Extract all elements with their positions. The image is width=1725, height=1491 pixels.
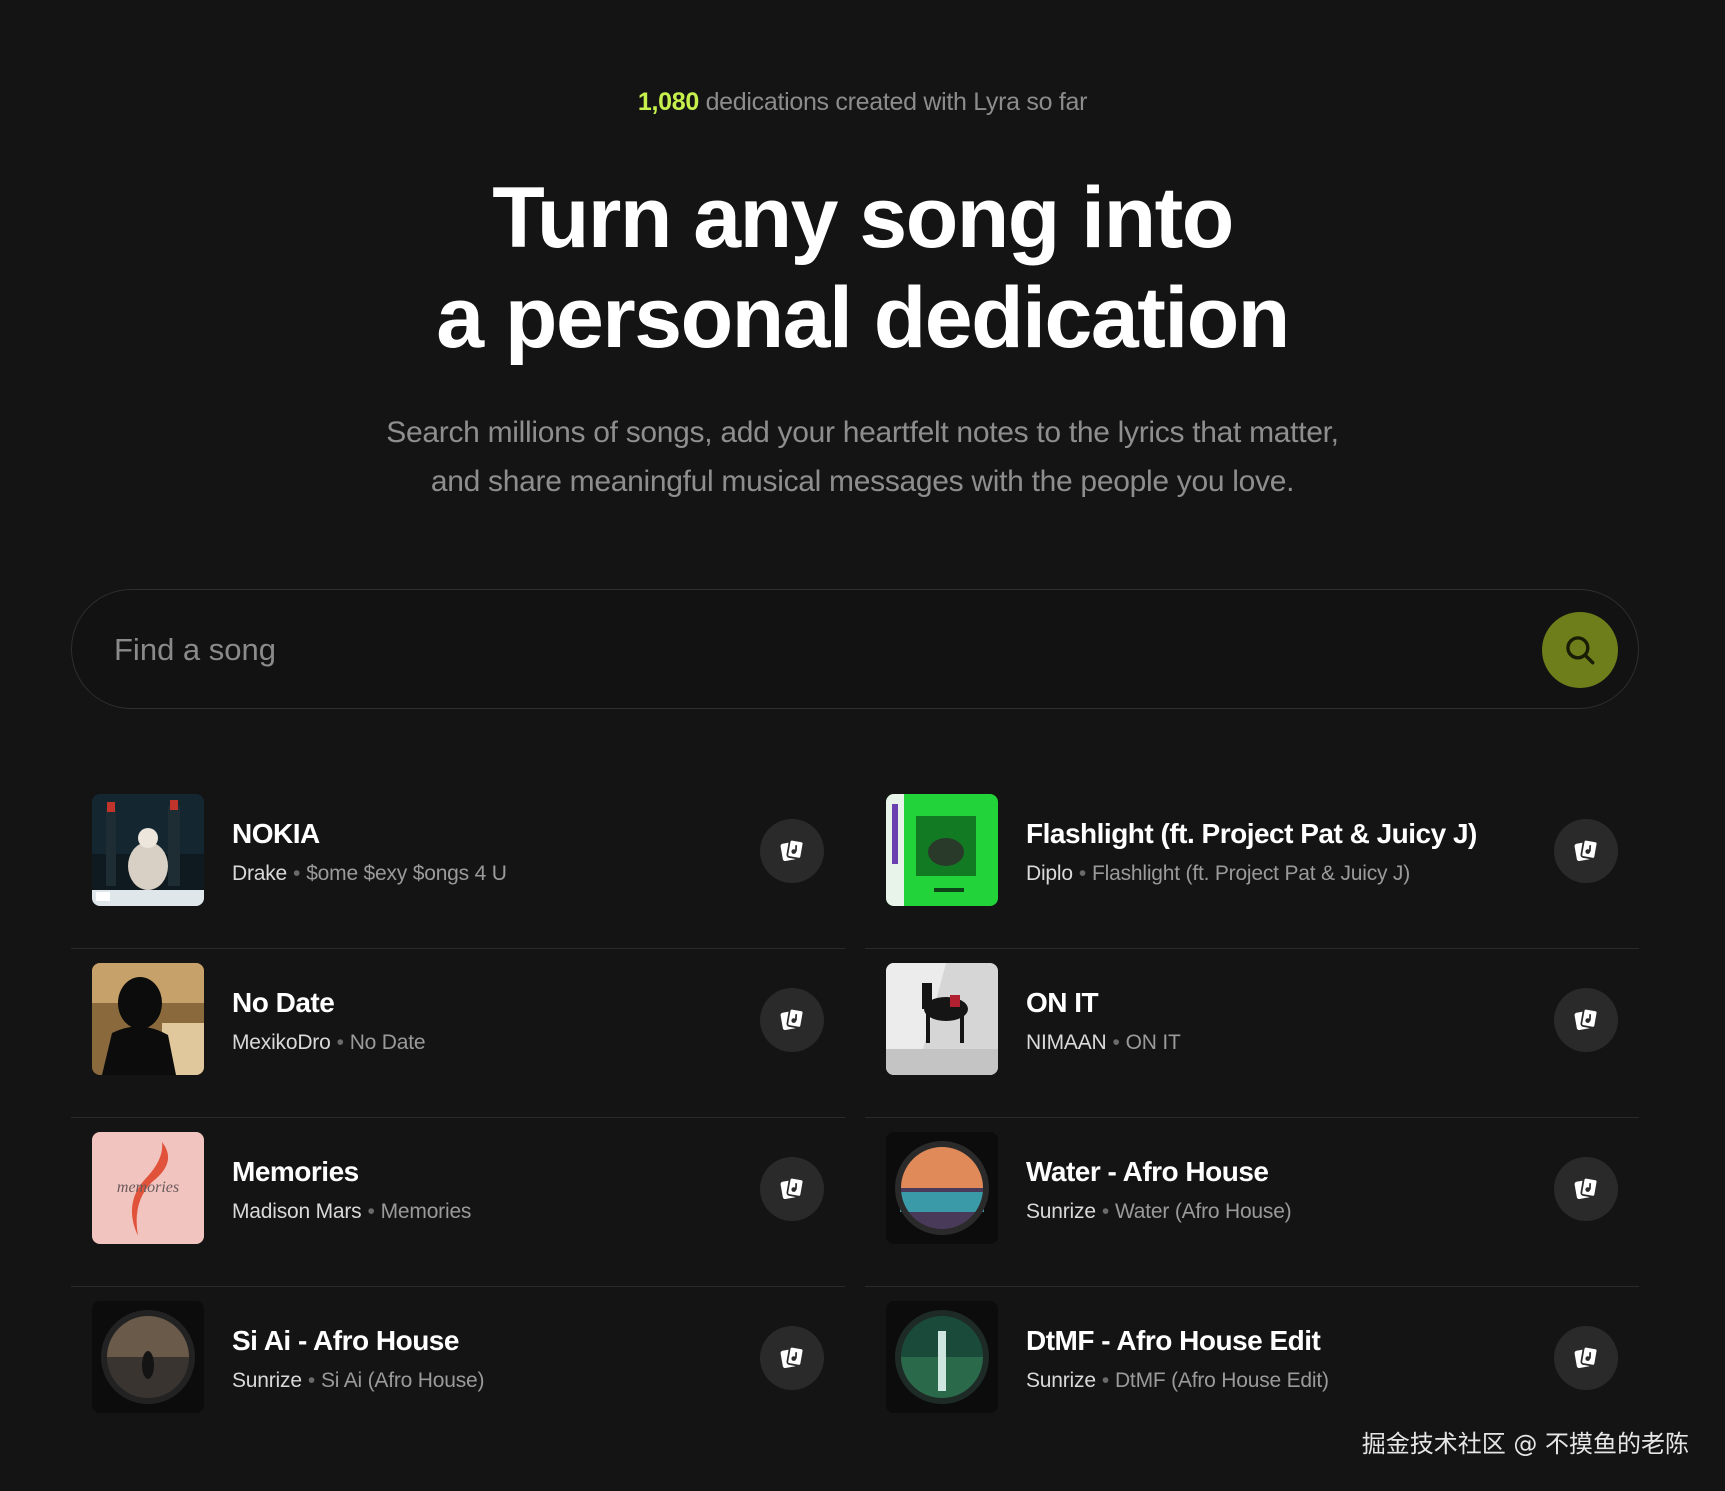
album-art-si-ai	[92, 1301, 204, 1413]
song-album: Flashlight (ft. Project Pat & Juicy J)	[1092, 862, 1411, 885]
song-meta: Madison Mars • Memories	[232, 1200, 471, 1224]
song-meta: Sunrize • DtMF (Afro House Edit)	[1026, 1369, 1329, 1393]
subtitle-line-2: and share meaningful musical messages wi…	[430, 465, 1295, 498]
song-row-si-ai[interactable]: Si Ai - Afro House Sunrize • Si Ai (Afro H…	[71, 1287, 845, 1456]
song-artist: Diplo	[1026, 862, 1073, 885]
dedicate-button[interactable]	[1554, 819, 1618, 883]
dedicate-note-icon	[1574, 1007, 1599, 1031]
separator-dot: •	[1101, 1200, 1109, 1223]
dedicate-note-icon	[1574, 1176, 1599, 1200]
headline-line-2: a personal dedication	[436, 270, 1290, 366]
song-meta: NIMAAN • ON IT	[1026, 1031, 1181, 1055]
song-title: Si Ai - Afro House	[232, 1325, 459, 1356]
song-artist: NIMAAN	[1026, 1031, 1107, 1054]
song-title: Flashlight (ft. Project Pat & Juicy J)	[1026, 818, 1477, 849]
search-bar	[71, 589, 1639, 709]
dedicate-note-icon	[780, 1345, 805, 1369]
song-row-nokia[interactable]: NOKIA Drake • $ome $exy $ongs 4 U	[71, 780, 845, 949]
album-art-flashlight	[886, 794, 998, 906]
song-title: Memories	[232, 1156, 359, 1187]
dedicate-note-icon	[780, 1176, 805, 1200]
song-album: DtMF (Afro House Edit)	[1114, 1369, 1329, 1392]
song-title: ON IT	[1026, 987, 1099, 1018]
song-meta: MexikoDro • No Date	[232, 1031, 426, 1055]
dedicate-note-icon	[780, 838, 805, 862]
dedicate-button[interactable]	[1554, 1326, 1618, 1390]
song-row-water[interactable]: Water - Afro House Sunrize • Water (Afro H…	[865, 1118, 1639, 1287]
dedicate-note-icon	[780, 1007, 805, 1031]
separator-dot: •	[336, 1031, 344, 1054]
headline-line-1: Turn any song into	[492, 170, 1234, 266]
dedicate-note-icon	[1574, 838, 1599, 862]
counter-text: dedications created with Lyra so far	[698, 88, 1088, 116]
song-artist: Drake	[232, 862, 288, 885]
song-row-no-date[interactable]: No Date MexikoDro • No Date	[71, 949, 845, 1118]
album-art-water	[886, 1132, 998, 1244]
hero-headline: Turn any song into a personal dedication	[0, 168, 1725, 368]
dedicate-button[interactable]	[760, 988, 824, 1052]
dedication-counter: 1,080 dedications created with Lyra so f…	[0, 88, 1725, 117]
song-title: No Date	[232, 987, 335, 1018]
song-album: ON IT	[1125, 1031, 1181, 1054]
watermark: 掘金技术社区 @ 不摸鱼的老陈	[1361, 1430, 1689, 1458]
song-artist: Madison Mars	[232, 1200, 362, 1223]
album-art-on-it	[886, 963, 998, 1075]
hero-subtitle: Search millions of songs, add your heart…	[0, 408, 1725, 506]
song-album: $ome $exy $ongs 4 U	[306, 862, 507, 885]
song-row-flashlight[interactable]: Flashlight (ft. Project Pat & Juicy J) D…	[865, 780, 1639, 949]
search-icon	[1566, 636, 1595, 665]
separator-dot: •	[1078, 862, 1087, 885]
song-title: Water - Afro House	[1026, 1156, 1269, 1187]
dedicate-button[interactable]	[760, 1157, 824, 1221]
dedicate-button[interactable]	[760, 819, 824, 883]
song-artist: Sunrize	[232, 1369, 302, 1392]
song-artist: Sunrize	[1026, 1200, 1096, 1223]
separator-dot: •	[293, 862, 301, 885]
separator-dot: •	[1112, 1031, 1120, 1054]
song-row-memories[interactable]: memories Memories Madison Mars • Memories	[71, 1118, 845, 1287]
page: 1,080 dedications created with Lyra so f…	[0, 0, 1725, 1491]
counter-number: 1,080	[637, 88, 699, 116]
song-meta: Drake • $ome $exy $ongs 4 U	[232, 862, 507, 886]
separator-dot: •	[307, 1369, 315, 1392]
subtitle-line-1: Search millions of songs, add your heart…	[386, 416, 1339, 449]
search-button[interactable]	[1542, 612, 1618, 688]
song-title: DtMF - Afro House Edit	[1026, 1325, 1321, 1356]
separator-dot: •	[367, 1200, 375, 1223]
song-artist: MexikoDro	[232, 1031, 331, 1054]
dedicate-button[interactable]	[1554, 988, 1618, 1052]
song-album: Water (Afro House)	[1114, 1200, 1292, 1223]
album-art-memories: memories	[92, 1132, 204, 1244]
song-artist: Sunrize	[1026, 1369, 1096, 1392]
album-art-no-date	[92, 963, 204, 1075]
song-meta: Sunrize • Si Ai (Afro House)	[232, 1369, 484, 1393]
album-art-nokia	[92, 794, 204, 906]
album-art-text: memories	[117, 1179, 179, 1196]
search-input[interactable]	[114, 620, 1494, 680]
dedicate-note-icon	[1574, 1345, 1599, 1369]
song-meta: Diplo • Flashlight (ft. Project Pat & Juic…	[1026, 862, 1410, 886]
separator-dot: •	[1101, 1369, 1109, 1392]
song-title: NOKIA	[232, 818, 320, 849]
dedicate-button[interactable]	[760, 1326, 824, 1390]
song-album: No Date	[349, 1031, 426, 1054]
dedicate-button[interactable]	[1554, 1157, 1618, 1221]
album-art-dtmf	[886, 1301, 998, 1413]
song-album: Memories	[380, 1200, 472, 1223]
song-row-on-it[interactable]: ON IT NIMAAN • ON IT	[865, 949, 1639, 1118]
song-list: NOKIA Drake • $ome $exy $ongs 4 U Flashl…	[71, 780, 1639, 1456]
song-meta: Sunrize • Water (Afro House)	[1026, 1200, 1292, 1224]
song-album: Si Ai (Afro House)	[320, 1369, 485, 1392]
